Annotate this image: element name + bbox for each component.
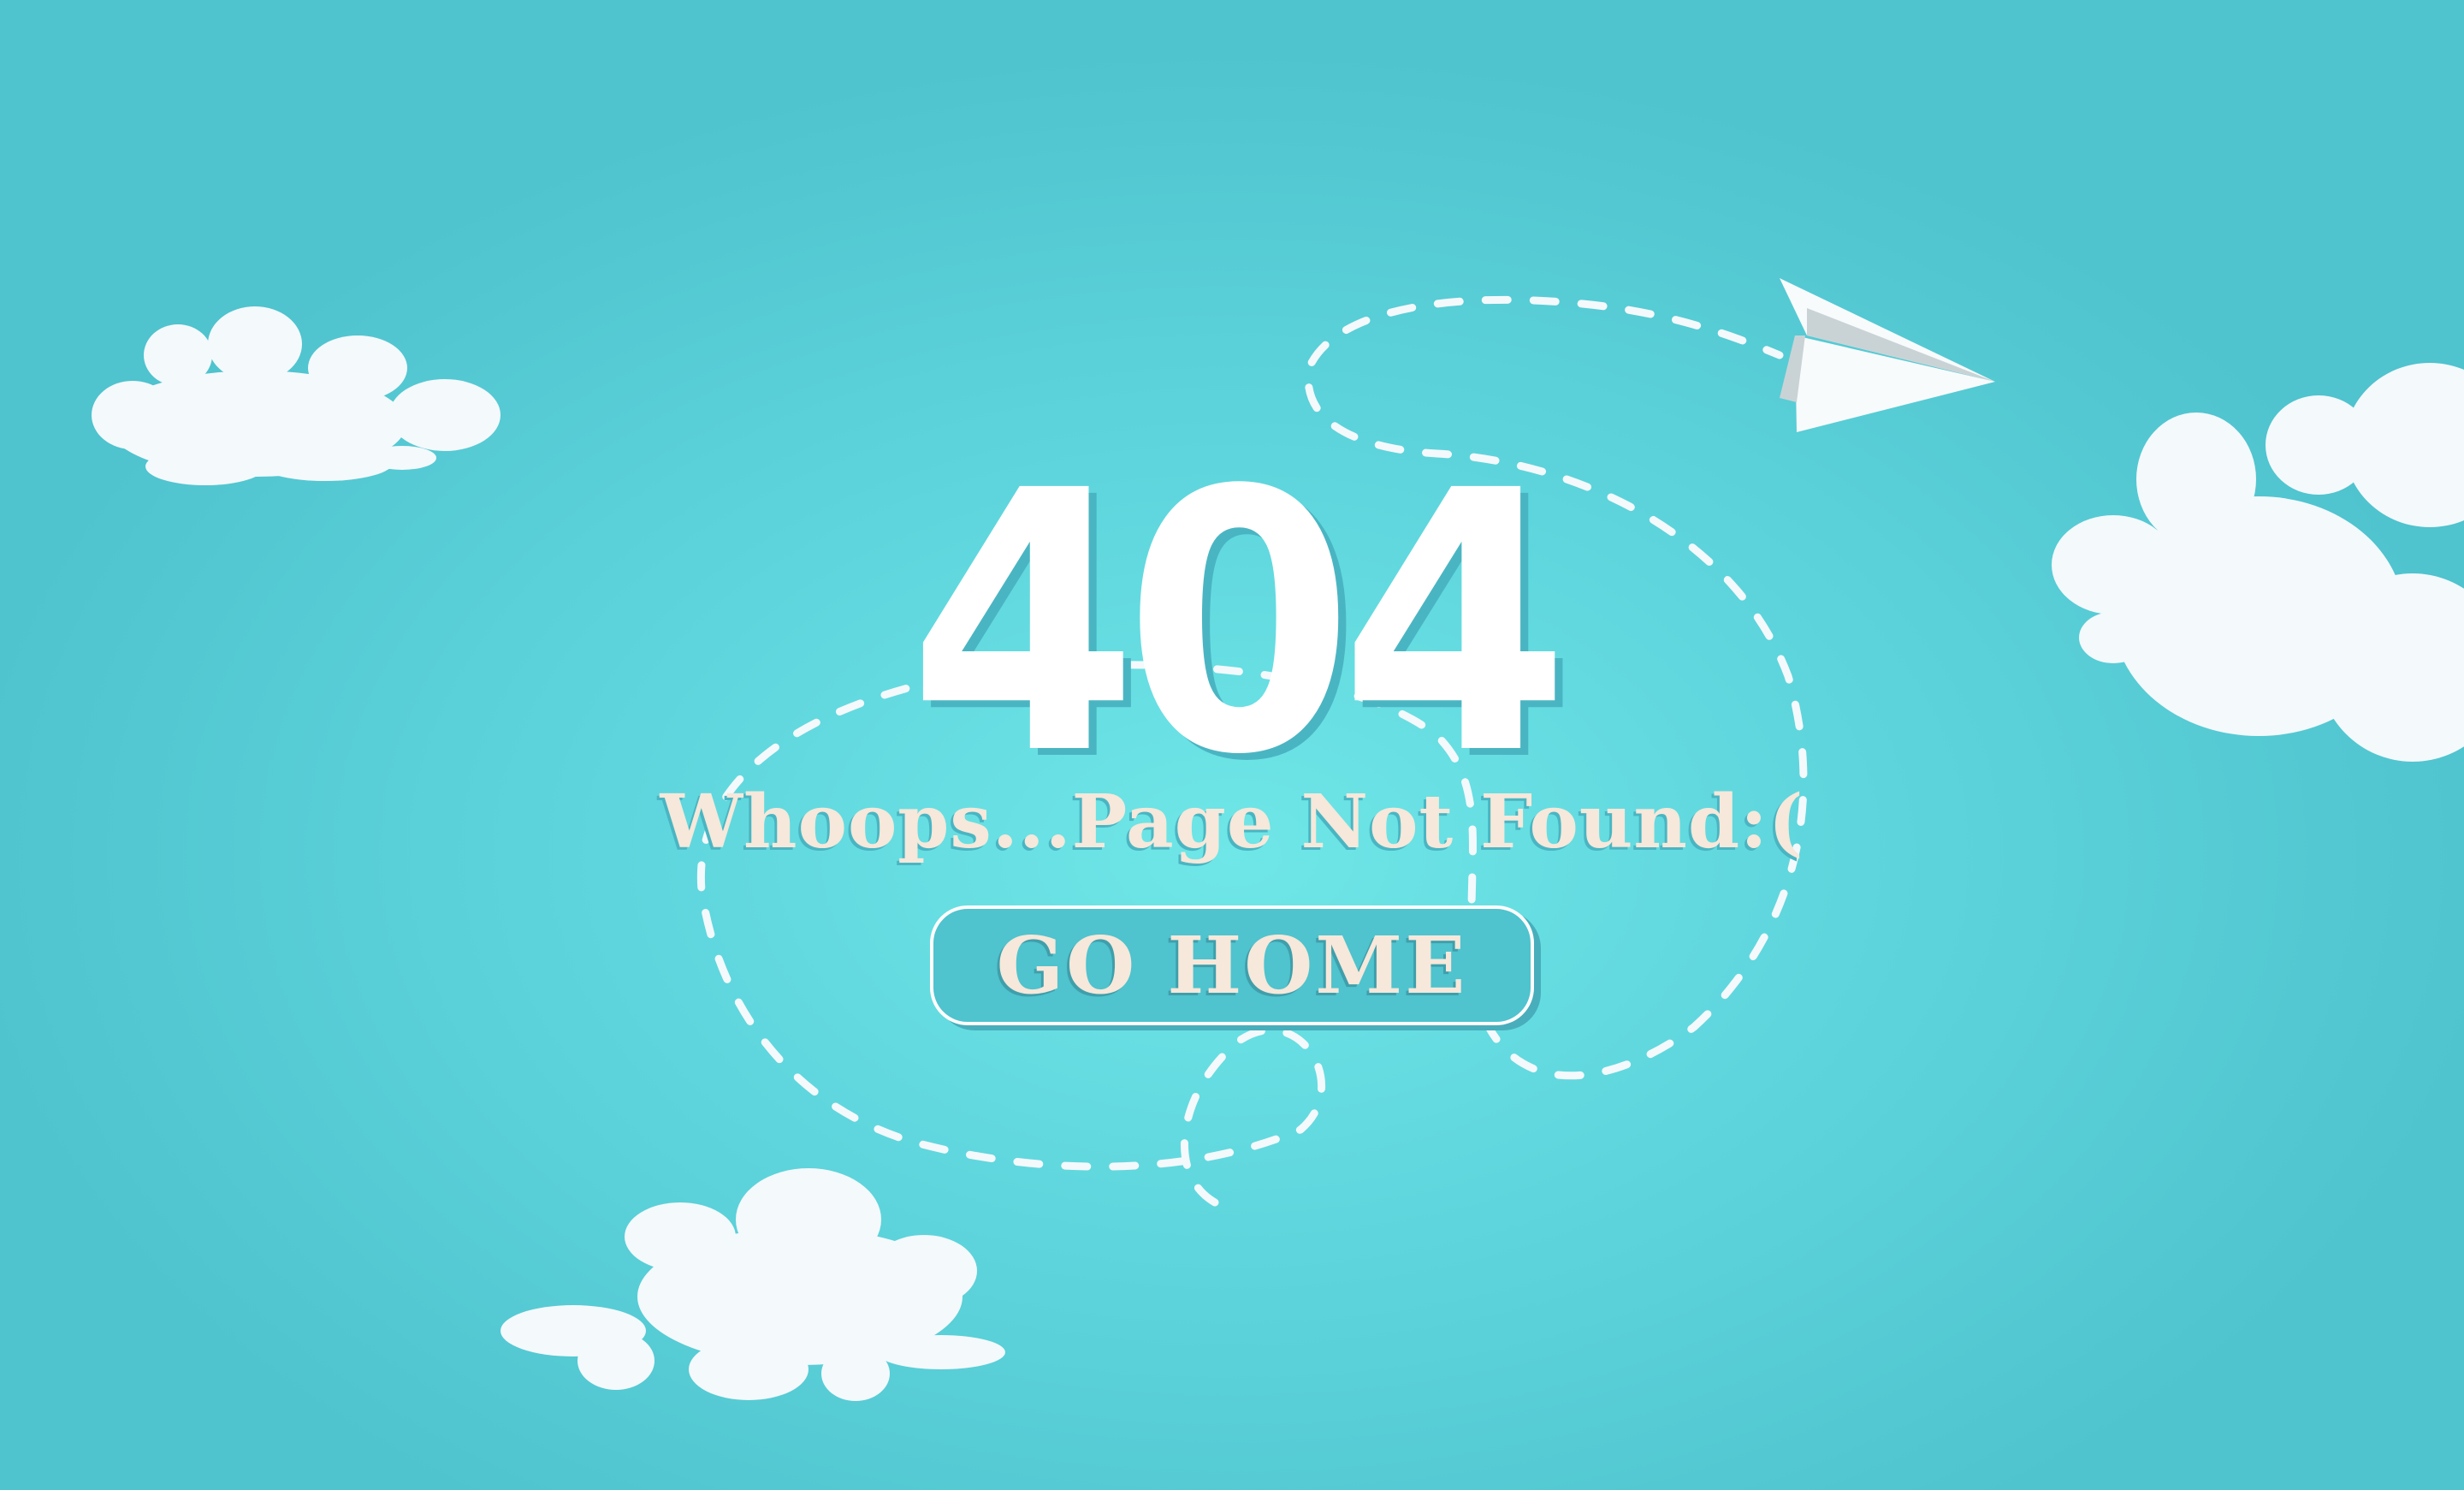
- cloud-icon: [500, 1168, 1005, 1401]
- paper-plane-icon: [1780, 278, 1995, 432]
- error-code: 404: [908, 415, 1570, 834]
- go-home-button[interactable]: GO HOME: [930, 905, 1534, 1025]
- go-home-button-label: GO HOME: [996, 919, 1468, 1012]
- error-message: Whoops...Page Not Found:(: [660, 779, 1804, 865]
